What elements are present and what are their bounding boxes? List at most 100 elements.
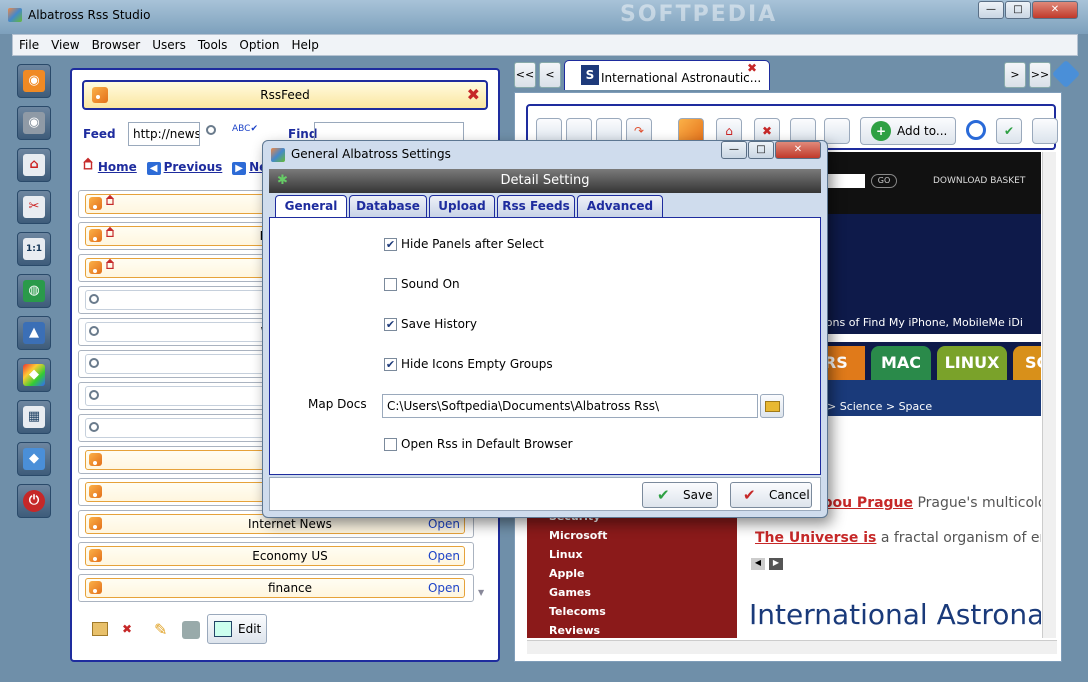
edit-button[interactable]: Edit bbox=[207, 614, 267, 644]
add-to-button[interactable]: + Add to... bbox=[860, 117, 956, 145]
tab-database[interactable]: Database bbox=[349, 195, 427, 217]
map-docs-label: Map Docs bbox=[308, 397, 367, 411]
carousel-prev-icon[interactable]: ◀ bbox=[751, 558, 765, 570]
feed-item[interactable]: finance Open bbox=[85, 578, 465, 598]
tab-general[interactable]: General bbox=[275, 195, 347, 219]
news-ticker[interactable]: sions of Find My iPhone, MobileMe iDi bbox=[817, 316, 1023, 329]
plus-icon: + bbox=[871, 121, 891, 141]
side-menu-item[interactable]: Reviews bbox=[549, 624, 600, 637]
category-sc[interactable]: SC bbox=[1013, 346, 1041, 380]
side-menu-item[interactable]: Apple bbox=[549, 567, 585, 580]
breadcrumb[interactable]: > Science > Space bbox=[827, 400, 932, 413]
search-icon bbox=[89, 422, 99, 432]
dialog-minimize-button[interactable]: — bbox=[721, 141, 747, 159]
close-icon[interactable]: ✖ bbox=[467, 82, 480, 108]
previous-arrow-icon: ◀ bbox=[146, 162, 161, 175]
add-feed-icon[interactable] bbox=[824, 118, 850, 144]
story-1-link[interactable]: abou Prague bbox=[813, 495, 913, 511]
home-icon[interactable]: ⌂ bbox=[17, 148, 51, 182]
left-toolbar: ◉ ◉ ⌂ ✂ 1:1 ◍ ▲ ◆ ▦ ◆ ⏻ bbox=[12, 60, 58, 670]
check-icon[interactable]: ✔ bbox=[996, 118, 1022, 144]
feed-url-input[interactable]: http://news. bbox=[128, 122, 200, 146]
tab-advanced[interactable]: Advanced bbox=[577, 195, 663, 217]
hide-panels-checkbox[interactable]: ✔ bbox=[384, 238, 397, 251]
rss-icon[interactable]: ◉ bbox=[17, 64, 51, 98]
hide-icons-empty-groups-checkbox[interactable]: ✔ bbox=[384, 358, 397, 371]
home-link[interactable]: Home bbox=[98, 160, 137, 174]
scroll-down-icon[interactable]: ▼ bbox=[478, 588, 484, 597]
dialog-maximize-button[interactable]: □ bbox=[748, 141, 774, 159]
rss-small-icon[interactable] bbox=[182, 621, 200, 639]
carousel-next-icon[interactable]: ▶ bbox=[769, 558, 783, 570]
download-basket-link[interactable]: DOWNLOAD BASKET bbox=[933, 176, 1025, 186]
tab-upload[interactable]: Upload bbox=[429, 195, 495, 217]
feed-item[interactable]: Economy US Open bbox=[85, 546, 465, 566]
open-default-browser-checkbox[interactable] bbox=[384, 438, 397, 451]
close-tab-icon[interactable]: ✖ bbox=[747, 61, 757, 75]
previous-link[interactable]: Previous bbox=[164, 160, 223, 174]
minimize-button[interactable]: — bbox=[978, 1, 1004, 19]
story-2-link[interactable]: The Universe is bbox=[755, 530, 876, 546]
settings-dialog: General Albatross Settings — □ ✕ ✱ Detai… bbox=[262, 140, 828, 518]
menu-users[interactable]: Users bbox=[146, 35, 192, 55]
blue-cube-icon[interactable] bbox=[1051, 59, 1081, 89]
go-button[interactable]: GO bbox=[871, 174, 897, 188]
menu-view[interactable]: View bbox=[45, 35, 85, 55]
search-icon-wrap bbox=[89, 389, 99, 403]
pencil-icon[interactable]: ✎ bbox=[154, 620, 167, 639]
scissors-icon[interactable]: ✂ bbox=[17, 190, 51, 224]
category-mac[interactable]: MAC bbox=[871, 346, 931, 380]
rss-icon bbox=[89, 261, 102, 274]
power-icon[interactable]: ⏻ bbox=[17, 484, 51, 518]
side-menu-item[interactable]: Microsoft bbox=[549, 529, 607, 542]
feed-row[interactable]: finance Open bbox=[78, 574, 474, 602]
image-icon[interactable]: ▲ bbox=[17, 316, 51, 350]
home-icon bbox=[83, 157, 93, 170]
side-menu-item[interactable]: Linux bbox=[549, 548, 583, 561]
feed-open-link[interactable]: Open bbox=[428, 517, 460, 531]
rss-icon bbox=[92, 87, 108, 103]
save-history-checkbox[interactable]: ✔ bbox=[384, 318, 397, 331]
menu-browser[interactable]: Browser bbox=[86, 35, 147, 55]
delete-feed-icon[interactable]: ✖ bbox=[122, 622, 138, 636]
globe-link-icon[interactable]: ◍ bbox=[17, 274, 51, 308]
feed-open-link[interactable]: Open bbox=[428, 549, 460, 563]
close-button[interactable]: ✕ bbox=[1032, 1, 1078, 19]
dialog-close-button[interactable]: ✕ bbox=[775, 141, 821, 159]
category-linux[interactable]: LINUX bbox=[937, 346, 1007, 380]
blue-cube-icon[interactable]: ◆ bbox=[17, 442, 51, 476]
cancel-button[interactable]: ✔ Cancel bbox=[730, 482, 812, 508]
feed-row[interactable]: Economy US Open bbox=[78, 542, 474, 570]
menu-help[interactable]: Help bbox=[285, 35, 324, 55]
side-menu-item[interactable]: Games bbox=[549, 586, 591, 599]
rss-grey-icon[interactable]: ◉ bbox=[17, 106, 51, 140]
prev-tab-button[interactable]: < bbox=[539, 62, 561, 88]
map-docs-input[interactable]: C:\Users\Softpedia\Documents\Albatross R… bbox=[382, 394, 758, 418]
first-tab-button[interactable]: << bbox=[514, 62, 536, 88]
save-button[interactable]: ✔ Save bbox=[642, 482, 718, 508]
last-tab-button[interactable]: >> bbox=[1029, 62, 1051, 88]
menu-tools[interactable]: Tools bbox=[192, 35, 234, 55]
menu-option[interactable]: Option bbox=[233, 35, 285, 55]
calendar-clock-icon[interactable]: ▦ bbox=[17, 400, 51, 434]
add-feed-icon[interactable] bbox=[92, 622, 108, 636]
menu-file[interactable]: File bbox=[13, 35, 45, 55]
horizontal-scrollbar[interactable] bbox=[527, 640, 1057, 654]
print-icon[interactable] bbox=[1032, 118, 1058, 144]
feed-open-link[interactable]: Open bbox=[428, 581, 460, 595]
sound-on-checkbox[interactable] bbox=[384, 278, 397, 291]
softpedia-watermark: SOFTPEDIA bbox=[620, 2, 778, 27]
next-tab-button[interactable]: > bbox=[1004, 62, 1026, 88]
search-icon[interactable] bbox=[206, 124, 216, 138]
maximize-button[interactable]: □ bbox=[1005, 1, 1031, 19]
side-menu-item[interactable]: Telecoms bbox=[549, 605, 606, 618]
cube-color-icon[interactable]: ◆ bbox=[17, 358, 51, 392]
browse-folder-button[interactable] bbox=[760, 394, 784, 418]
tab-rss-feeds[interactable]: Rss Feeds bbox=[497, 195, 575, 217]
zoom-1-1-icon[interactable]: 1:1 bbox=[17, 232, 51, 266]
vertical-scrollbar[interactable] bbox=[1042, 152, 1056, 638]
save-history-label: Save History bbox=[401, 317, 477, 331]
spellcheck-icon[interactable]: ABC✔ bbox=[232, 124, 258, 134]
story-1: abou Prague Prague's multicolou bbox=[813, 495, 1041, 511]
tab-international-astronautic[interactable]: S International Astronautic... ✖ bbox=[564, 60, 770, 90]
